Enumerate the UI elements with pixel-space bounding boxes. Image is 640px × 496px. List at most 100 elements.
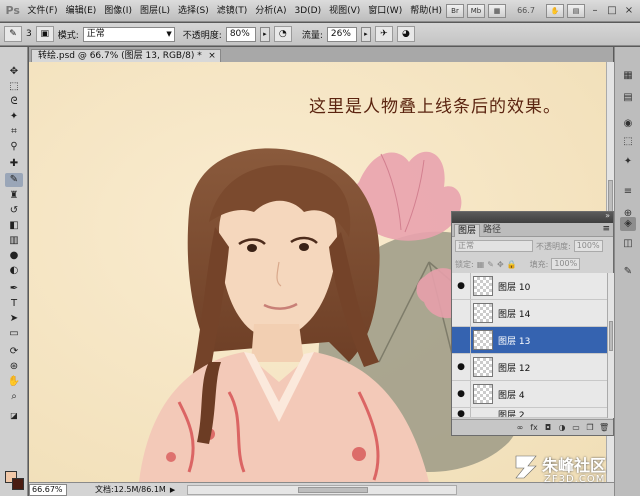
menu-3d[interactable]: 3D(D) <box>290 0 325 22</box>
airbrush-icon[interactable]: ✈ <box>374 26 393 42</box>
extras-icon[interactable]: ▦ <box>488 3 506 18</box>
lock-transparency-icon[interactable]: ▦ <box>477 260 485 269</box>
layer-row[interactable]: 图层 14 <box>452 300 607 327</box>
tablet-pressure-opacity-icon[interactable]: ◔ <box>273 26 292 42</box>
shape-tool-icon[interactable]: ▭ <box>5 327 23 341</box>
document-info[interactable]: 文档:12.5M/86.1M <box>95 484 166 495</box>
zoom-field[interactable]: 66.67% <box>29 483 67 496</box>
tab-paths[interactable]: 路径 <box>480 224 504 237</box>
lock-position-icon[interactable]: ✥ <box>497 260 504 269</box>
flow-slider-arrow-icon[interactable]: ▸ <box>360 26 371 42</box>
link-icon[interactable]: ∞ <box>515 423 525 433</box>
lock-all-icon[interactable]: 🔒 <box>507 260 517 269</box>
brush-tool-icon[interactable]: ✎ <box>5 173 23 187</box>
layer-row-selected[interactable]: 图层 13 <box>452 327 607 354</box>
zoom-tool-icon[interactable]: ⌕ <box>5 390 23 404</box>
move-tool-icon[interactable]: ✥ <box>5 65 23 79</box>
swatches-panel-icon[interactable]: ▤ <box>620 91 636 105</box>
panel-menu-icon[interactable]: ≡ <box>602 224 610 234</box>
brush-panel-toggle-icon[interactable]: ▣ <box>35 26 54 42</box>
canvas-horizontal-scroll-thumb[interactable] <box>298 486 369 493</box>
tool-preset-brush-icon[interactable]: ✎ <box>4 26 22 42</box>
history-brush-tool-icon[interactable]: ↺ <box>5 204 23 218</box>
mode-select[interactable]: 正常 ▼ <box>82 26 175 42</box>
menu-view[interactable]: 视图(V) <box>325 0 364 22</box>
close-document-icon[interactable]: × <box>208 50 216 62</box>
menu-image[interactable]: 图像(I) <box>100 0 136 22</box>
clone-stamp-tool-icon[interactable]: ♜ <box>5 189 23 203</box>
canvas-horizontal-scrollbar[interactable] <box>187 484 458 495</box>
lock-pixels-icon[interactable]: ✎ <box>487 260 494 269</box>
3d-orbit-tool-icon[interactable]: ⊛ <box>5 360 23 374</box>
opacity-field[interactable]: 80% <box>225 26 256 42</box>
close-button[interactable]: × <box>622 4 636 18</box>
menu-layer[interactable]: 图层(L) <box>136 0 174 22</box>
new-layer-icon[interactable]: ❐ <box>585 423 595 433</box>
visibility-eye-icon[interactable]: ● <box>455 361 467 373</box>
layer-opacity-field[interactable]: 100% <box>573 240 603 252</box>
channels-panel-icon[interactable]: ◫ <box>620 237 636 251</box>
path-select-tool-icon[interactable]: ➤ <box>5 312 23 326</box>
menu-window[interactable]: 窗口(W) <box>364 0 406 22</box>
flow-field[interactable]: 26% <box>326 26 357 42</box>
layers-scrollbar[interactable] <box>607 273 614 418</box>
maximize-button[interactable]: □ <box>605 4 619 18</box>
visibility-eye-icon[interactable]: ● <box>455 388 467 400</box>
quick-select-tool-icon[interactable]: ✦ <box>5 110 23 124</box>
bridge-button[interactable]: Br <box>446 3 464 18</box>
trash-icon[interactable]: 🗑 <box>599 423 609 433</box>
layer-row[interactable]: ● 图层 4 <box>452 381 607 408</box>
menu-filter[interactable]: 滤镜(T) <box>213 0 252 22</box>
layers-panel-header[interactable]: » <box>452 211 613 223</box>
color-panel-icon[interactable]: ▦ <box>620 69 636 83</box>
visibility-eye-icon[interactable]: ● <box>455 408 467 417</box>
adjustment-icon[interactable]: ◑ <box>557 423 567 433</box>
layer-row[interactable]: ● 图层 2 <box>452 408 607 418</box>
eraser-tool-icon[interactable]: ◧ <box>5 219 23 233</box>
status-menu-arrow-icon[interactable]: ▶ <box>170 486 175 494</box>
adjustments-panel-icon[interactable]: ◉ <box>620 117 636 131</box>
gradient-tool-icon[interactable]: ▥ <box>5 234 23 248</box>
blur-tool-icon[interactable]: ● <box>5 249 23 263</box>
hand-tool-icon[interactable]: ✋ <box>5 375 23 389</box>
visibility-off-icon[interactable] <box>455 307 467 319</box>
menu-help[interactable]: 帮助(H) <box>406 0 446 22</box>
brush-size-value[interactable]: 3 <box>26 29 32 39</box>
minimize-button[interactable]: – <box>588 4 602 18</box>
marquee-tool-icon[interactable]: ⬚ <box>5 80 23 94</box>
visibility-off-icon[interactable] <box>455 334 467 346</box>
dodge-tool-icon[interactable]: ◐ <box>5 264 23 278</box>
blend-mode-select[interactable]: 正常 <box>455 240 533 252</box>
layer-row[interactable]: ● 图层 10 <box>452 273 607 300</box>
brushes-panel-icon[interactable]: ≡ <box>620 185 636 199</box>
eyedropper-tool-icon[interactable]: ⚲ <box>5 140 23 154</box>
3d-rotate-tool-icon[interactable]: ⟳ <box>5 345 23 359</box>
default-colors-icon[interactable]: ◪ <box>5 409 23 423</box>
document-tab[interactable]: 转绘.psd @ 66.7% (图层 13, RGB/8) * × <box>31 49 221 62</box>
menu-edit[interactable]: 编辑(E) <box>62 0 101 22</box>
crop-tool-icon[interactable]: ⌗ <box>5 125 23 139</box>
layers-scroll-thumb[interactable] <box>609 321 613 351</box>
styles-panel-icon[interactable]: ✦ <box>620 155 636 169</box>
arrange-documents-icon[interactable]: ▤ <box>567 3 585 18</box>
pen-tool-icon[interactable]: ✒ <box>5 282 23 296</box>
layers-panel-icon[interactable]: ◈ <box>620 217 636 231</box>
zoom-level-display[interactable]: 66.7 <box>509 6 543 15</box>
opacity-slider-arrow-icon[interactable]: ▸ <box>259 26 270 42</box>
menu-analysis[interactable]: 分析(A) <box>251 0 290 22</box>
mini-bridge-button[interactable]: Mb <box>467 3 485 18</box>
layer-row[interactable]: ● 图层 12 <box>452 354 607 381</box>
paths-panel-icon[interactable]: ✎ <box>620 265 636 279</box>
background-color-swatch[interactable] <box>12 478 24 490</box>
fill-field[interactable]: 100% <box>551 258 581 270</box>
fx-icon[interactable]: fx <box>529 423 539 433</box>
menu-file[interactable]: 文件(F) <box>23 0 61 22</box>
hand-view-icon[interactable]: ✋ <box>546 3 564 18</box>
visibility-eye-icon[interactable]: ● <box>455 280 467 292</box>
healing-brush-tool-icon[interactable]: ✚ <box>5 157 23 171</box>
folder-icon[interactable]: ▭ <box>571 423 581 433</box>
tablet-pressure-size-icon[interactable]: ◕ <box>396 26 415 42</box>
tab-layers[interactable]: 图层 <box>454 224 481 237</box>
masks-panel-icon[interactable]: ⬚ <box>620 135 636 149</box>
lasso-tool-icon[interactable]: ᘓ <box>5 95 23 109</box>
